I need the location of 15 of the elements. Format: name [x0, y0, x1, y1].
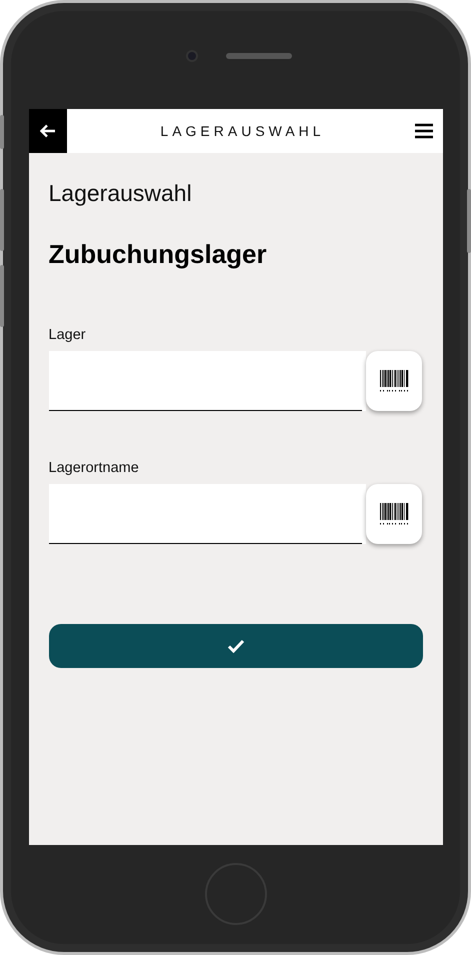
input-field[interactable]	[48, 484, 362, 544]
field-label: Lagerortname	[48, 459, 140, 477]
section-heading: Zubuchungslager	[48, 238, 268, 270]
header-title: LAGERAUSWAHL	[159, 123, 326, 139]
menu-icon	[414, 123, 432, 139]
camera-icon	[186, 50, 198, 62]
scan-button[interactable]	[366, 351, 422, 411]
speaker-grille	[226, 53, 292, 59]
page-title: Lagerauswahl	[48, 179, 193, 207]
field-label: Lager	[48, 326, 87, 344]
back-button[interactable]	[28, 109, 66, 153]
back-arrow-icon	[40, 124, 56, 138]
check-icon	[226, 639, 244, 653]
input-field[interactable]	[48, 351, 362, 411]
scan-button[interactable]	[366, 484, 422, 544]
